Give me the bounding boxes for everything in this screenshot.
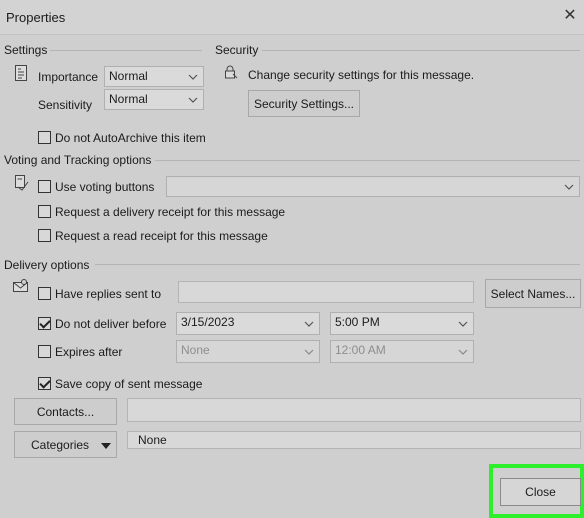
security-description: Change security settings for this messag… — [248, 68, 475, 82]
expires-date-dropdown[interactable]: None — [176, 340, 320, 363]
expires-date-value: None — [181, 343, 210, 357]
security-heading: Security — [215, 43, 259, 57]
chevron-down-icon — [299, 313, 319, 334]
close-button[interactable]: Close — [500, 478, 581, 506]
replies-checkbox[interactable] — [38, 287, 51, 300]
importance-dropdown[interactable]: Normal — [104, 66, 204, 87]
envelope-icon — [13, 279, 29, 293]
voting-heading: Voting and Tracking options — [4, 153, 152, 167]
chevron-down-icon — [183, 90, 203, 109]
read-receipt-label: Request a read receipt for this message — [55, 229, 268, 243]
delivery-divider — [95, 264, 580, 265]
deliver-time-dropdown[interactable]: 5:00 PM — [330, 312, 474, 335]
settings-divider — [50, 50, 202, 51]
properties-icon — [15, 65, 27, 81]
categories-button-label: Categories — [31, 437, 90, 452]
importance-label: Importance — [38, 70, 99, 84]
security-divider — [262, 50, 580, 51]
use-voting-checkbox[interactable] — [38, 180, 51, 193]
delivery-receipt-label: Request a delivery receipt for this mess… — [55, 205, 286, 219]
delivery-heading: Delivery options — [4, 258, 90, 272]
autoarchive-checkbox[interactable] — [38, 131, 51, 144]
replies-label: Have replies sent to — [55, 287, 162, 301]
read-receipt-checkbox[interactable] — [38, 229, 51, 242]
contacts-input[interactable] — [127, 398, 581, 422]
do-not-deliver-label: Do not deliver before — [55, 317, 167, 331]
settings-heading: Settings — [4, 43, 48, 57]
autoarchive-label: Do not AutoArchive this item — [55, 131, 206, 145]
sensitivity-dropdown[interactable]: Normal — [104, 89, 204, 110]
delivery-receipt-checkbox[interactable] — [38, 205, 51, 218]
deliver-date-dropdown[interactable]: 3/15/2023 — [176, 312, 320, 335]
do-not-deliver-checkbox[interactable] — [38, 317, 51, 330]
close-icon[interactable]: ✕ — [562, 7, 578, 25]
title-bar — [0, 0, 584, 35]
use-voting-label: Use voting buttons — [55, 180, 155, 194]
expires-time-value: 12:00 AM — [335, 343, 386, 357]
voting-buttons-dropdown[interactable] — [166, 176, 580, 197]
window-title: Properties — [6, 10, 66, 25]
expires-checkbox[interactable] — [38, 345, 51, 358]
lock-icon — [223, 64, 239, 80]
chevron-down-icon — [559, 177, 579, 196]
expires-label: Expires after — [55, 345, 123, 359]
sensitivity-label: Sensitivity — [38, 98, 93, 112]
chevron-down-icon — [299, 341, 319, 362]
replies-input[interactable] — [178, 281, 474, 303]
chevron-down-icon — [453, 313, 473, 334]
save-copy-checkbox[interactable] — [38, 377, 51, 390]
categories-value: None — [127, 431, 581, 449]
categories-button[interactable]: Categories — [14, 431, 117, 458]
deliver-time-value: 5:00 PM — [335, 315, 380, 329]
voting-icon — [15, 175, 29, 191]
security-settings-button[interactable]: Security Settings... — [248, 90, 360, 117]
caret-down-icon — [101, 438, 112, 452]
select-names-button[interactable]: Select Names... — [485, 279, 581, 308]
importance-value: Normal — [109, 69, 148, 83]
save-copy-label: Save copy of sent message — [55, 377, 203, 391]
voting-divider — [155, 160, 580, 161]
expires-time-dropdown[interactable]: 12:00 AM — [330, 340, 474, 363]
sensitivity-value: Normal — [109, 92, 148, 106]
deliver-date-value: 3/15/2023 — [181, 315, 235, 329]
contacts-button[interactable]: Contacts... — [14, 398, 117, 425]
chevron-down-icon — [183, 67, 203, 86]
chevron-down-icon — [453, 341, 473, 362]
